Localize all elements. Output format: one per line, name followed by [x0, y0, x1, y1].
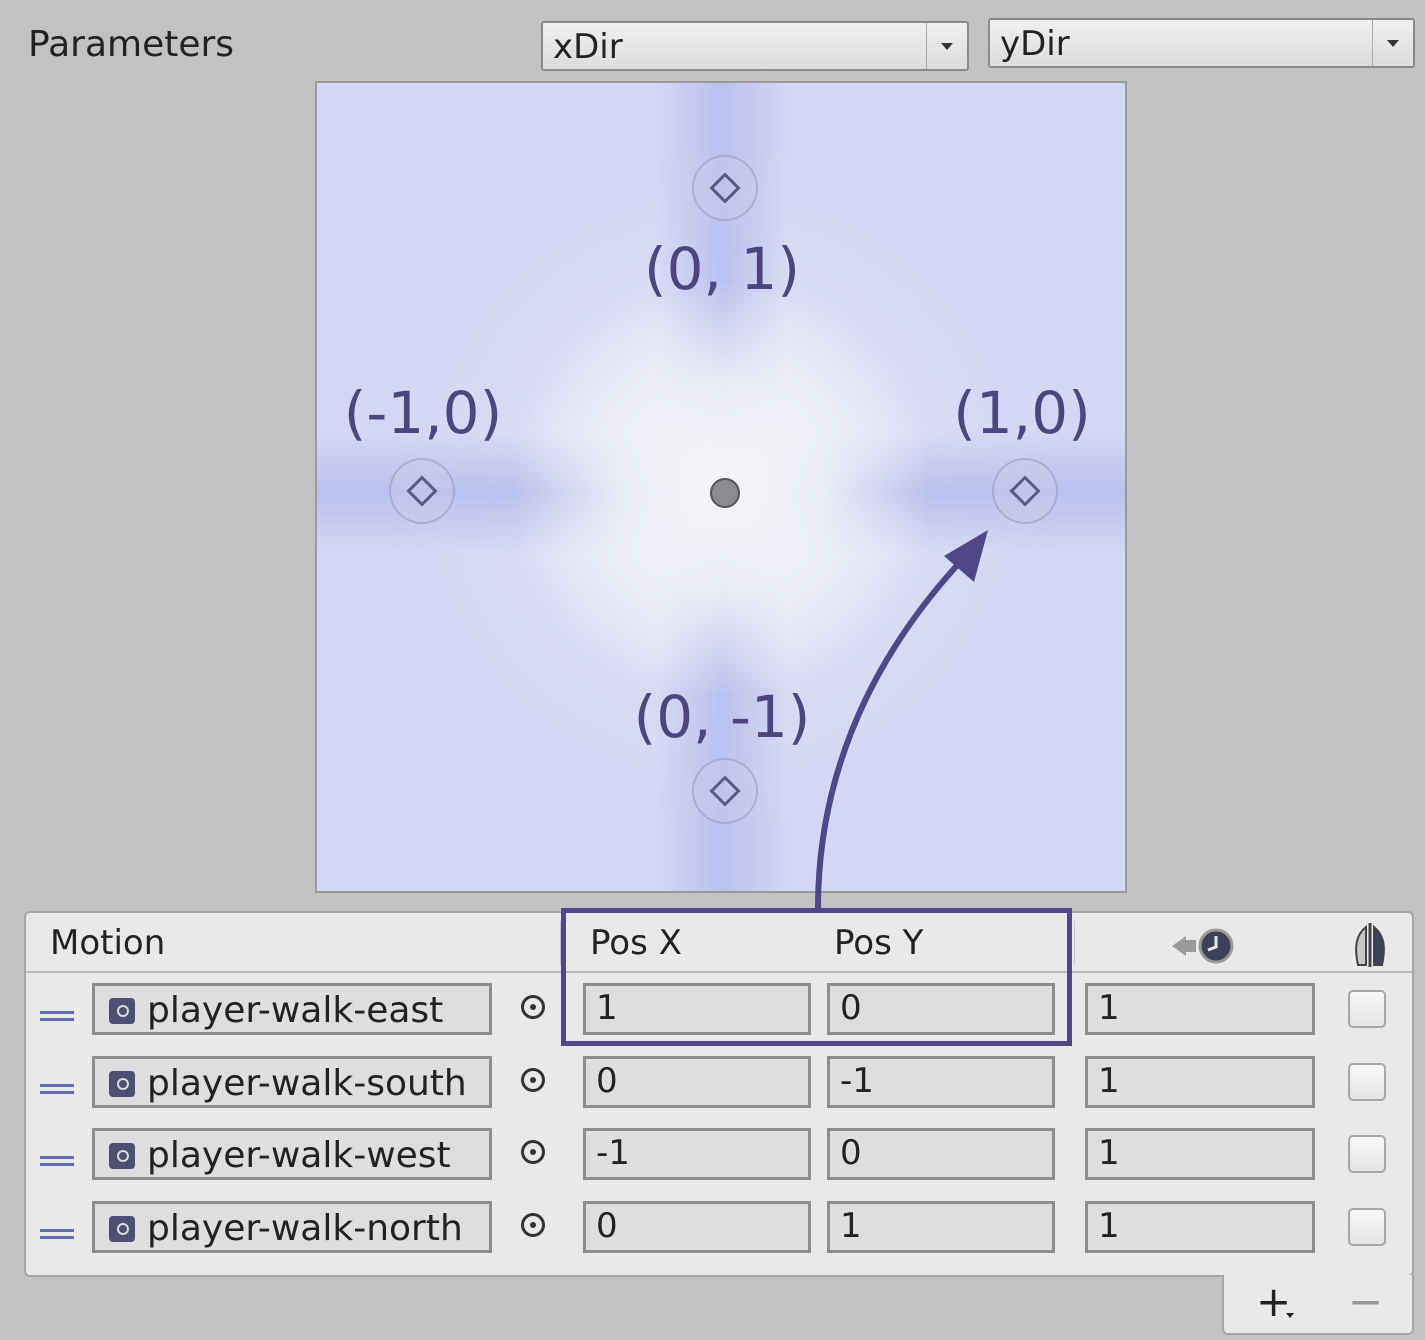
- pos-x-field[interactable]: 0: [583, 1201, 811, 1253]
- drag-handle-icon[interactable]: [40, 1229, 74, 1239]
- remove-motion-button[interactable]: −: [1348, 1277, 1383, 1326]
- coord-label-west: (-1,0): [343, 379, 503, 447]
- drag-handle-icon[interactable]: [40, 1156, 74, 1166]
- list-footer: + −: [1222, 1275, 1414, 1335]
- coord-label-north: (0, 1): [644, 235, 800, 303]
- mirror-checkbox[interactable]: [1348, 1063, 1386, 1101]
- speed-clock-icon: [1172, 928, 1234, 964]
- motion-node-north[interactable]: [692, 155, 758, 221]
- pos-y-field[interactable]: -1: [827, 1056, 1055, 1108]
- x-parameter-dropdown[interactable]: xDir: [541, 21, 969, 71]
- clip-name: player-walk-south: [147, 1063, 467, 1104]
- clip-name: player-walk-north: [147, 1208, 463, 1249]
- animation-clip-icon: [109, 1143, 135, 1169]
- drag-handle-icon[interactable]: [40, 1011, 74, 1021]
- coord-label-east: (1,0): [953, 379, 1091, 447]
- parameter-marker[interactable]: [710, 478, 740, 508]
- chevron-down-icon: [1372, 20, 1413, 66]
- motion-node-east[interactable]: [992, 458, 1058, 524]
- motion-node-west[interactable]: [389, 458, 455, 524]
- motion-clip-field[interactable]: player-walk-east: [92, 983, 492, 1035]
- object-picker-icon[interactable]: [521, 995, 545, 1019]
- pos-y-field[interactable]: 0: [827, 1128, 1055, 1180]
- y-parameter-dropdown[interactable]: yDir: [988, 18, 1415, 68]
- clip-name: player-walk-west: [147, 1135, 451, 1176]
- coord-label-south: (0, -1): [633, 683, 811, 751]
- speed-field[interactable]: 1: [1085, 1201, 1315, 1253]
- mirror-checkbox[interactable]: [1348, 990, 1386, 1028]
- motion-node-south[interactable]: [692, 758, 758, 824]
- blend-tree-view[interactable]: (0, 1) (-1,0) (1,0) (0, -1): [315, 81, 1127, 893]
- chevron-down-icon: [926, 23, 967, 69]
- object-picker-icon[interactable]: [521, 1068, 545, 1092]
- motion-row: player-walk-south 0 -1 1: [26, 1056, 1412, 1114]
- speed-field[interactable]: 1: [1085, 1128, 1315, 1180]
- y-parameter-value: yDir: [1000, 24, 1070, 64]
- motion-clip-field[interactable]: player-walk-west: [92, 1128, 492, 1180]
- mirror-checkbox[interactable]: [1348, 1208, 1386, 1246]
- motion-clip-field[interactable]: player-walk-south: [92, 1056, 492, 1108]
- header-divider: [1074, 921, 1075, 965]
- object-picker-icon[interactable]: [521, 1140, 545, 1164]
- mirror-icon: [1355, 923, 1385, 967]
- motion-clip-field[interactable]: player-walk-north: [92, 1201, 492, 1253]
- pos-y-field[interactable]: 1: [827, 1201, 1055, 1253]
- pos-x-field[interactable]: 0: [583, 1056, 811, 1108]
- pos-x-field[interactable]: -1: [583, 1128, 811, 1180]
- mirror-checkbox[interactable]: [1348, 1135, 1386, 1173]
- motion-row: player-walk-west -1 0 1: [26, 1128, 1412, 1186]
- animation-clip-icon: [109, 1071, 135, 1097]
- object-picker-icon[interactable]: [521, 1213, 545, 1237]
- animation-clip-icon: [109, 1216, 135, 1242]
- add-motion-button[interactable]: +: [1256, 1277, 1295, 1326]
- animation-clip-icon: [109, 998, 135, 1024]
- motion-row: player-walk-north 0 1 1: [26, 1201, 1412, 1259]
- x-parameter-value: xDir: [553, 27, 623, 67]
- speed-field[interactable]: 1: [1085, 1056, 1315, 1108]
- drag-handle-icon[interactable]: [40, 1084, 74, 1094]
- parameters-label: Parameters: [28, 24, 235, 65]
- pos-highlight-box: [561, 908, 1072, 1046]
- clip-name: player-walk-east: [147, 990, 444, 1031]
- motion-header: Motion: [50, 923, 166, 963]
- speed-field[interactable]: 1: [1085, 983, 1315, 1035]
